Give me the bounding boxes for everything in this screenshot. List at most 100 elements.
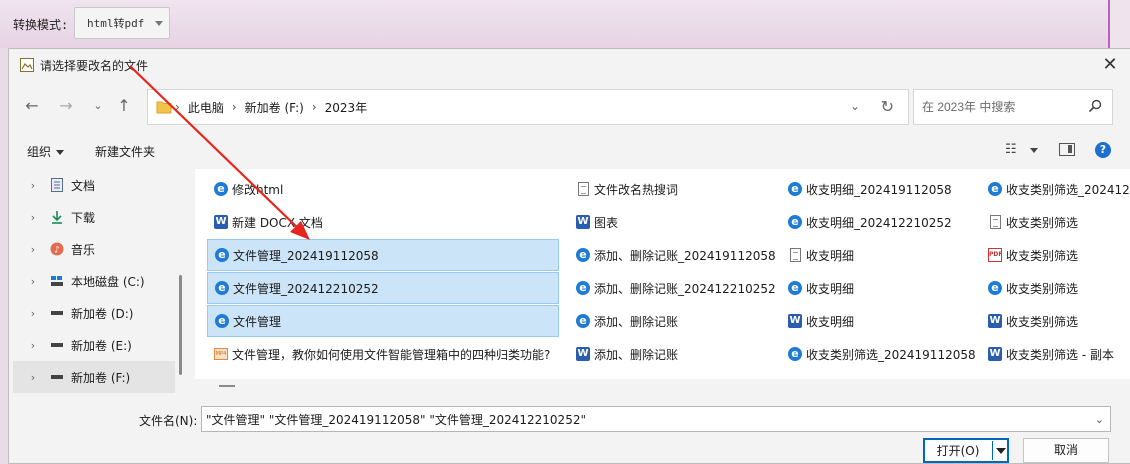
expand-chevron-icon[interactable]: › <box>23 371 43 384</box>
search-input[interactable] <box>922 100 1082 114</box>
up-arrow-icon[interactable]: ↑ <box>113 95 135 117</box>
breadcrumb-this-pc[interactable]: 此电脑 <box>188 99 224 116</box>
file-name: 添加、删除记账_202412210252 <box>594 281 776 296</box>
drive-icon <box>49 273 65 289</box>
expand-chevron-icon[interactable]: › <box>23 275 43 288</box>
recent-chevron-down-icon[interactable]: ⌄ <box>87 95 109 117</box>
sidebar-item-downloads[interactable]: › 下载 <box>13 201 175 233</box>
organize-menu[interactable]: 组织 <box>27 143 65 160</box>
file-item[interactable]: MP4 文件管理，教你如何使用文件智能管理箱中的四种归类功能? <box>207 338 550 370</box>
file-item[interactable]: e 添加、删除记账_202412210252 <box>569 272 776 304</box>
sidebar-item-drive-e[interactable]: › 新加卷 (E:) <box>13 329 175 361</box>
new-folder-button[interactable]: 新建文件夹 <box>95 143 155 160</box>
sidebar-item-label: 新加卷 (D:) <box>71 306 134 321</box>
file-item[interactable]: e 添加、删除记账 <box>569 305 678 337</box>
file-name: 收支类别筛选_2024122 <box>1006 182 1130 197</box>
file-item[interactable]: e 收支明细 <box>781 272 854 304</box>
back-arrow-icon[interactable]: ← <box>21 95 43 117</box>
file-item[interactable]: W 收支类别筛选 - 副本 <box>981 338 1114 370</box>
expand-chevron-icon[interactable]: › <box>23 307 43 320</box>
edge-icon: e <box>575 313 591 329</box>
file-item[interactable]: W 图表 <box>569 206 618 238</box>
breadcrumb-drive-f[interactable]: 新加卷 (F:) <box>245 99 304 116</box>
dialog-titlebar: 请选择要改名的文件 ✕ <box>9 49 1130 81</box>
text-icon <box>575 181 591 197</box>
preview-pane-icon[interactable] <box>1059 143 1075 156</box>
file-item[interactable]: e 收支明细_202412210252 <box>781 206 952 238</box>
expand-chevron-icon[interactable]: › <box>23 243 43 256</box>
expand-chevron-icon[interactable]: › <box>23 179 43 192</box>
file-name: 文件改名热搜词 <box>594 182 679 197</box>
refresh-icon[interactable]: ↻ <box>881 97 894 116</box>
expand-chevron-icon[interactable]: › <box>23 339 43 352</box>
filename-label: 文件名(N): <box>139 414 198 428</box>
word-icon: W <box>576 347 590 361</box>
mode-select[interactable]: html转pdf <box>74 7 170 39</box>
file-item-selected[interactable]: e 文件管理 <box>207 305 559 337</box>
file-item[interactable]: W 收支明细 <box>781 305 854 337</box>
help-icon[interactable]: ? <box>1095 142 1111 158</box>
sidebar-scrollbar[interactable] <box>179 275 182 375</box>
open-options-caret-icon[interactable] <box>996 447 1006 454</box>
file-item[interactable]: 收支明细 <box>781 239 854 271</box>
word-icon: W <box>988 314 1002 328</box>
file-item-selected[interactable]: e 文件管理_202419112058 <box>207 239 559 271</box>
breadcrumb-separator-icon: › <box>231 100 237 114</box>
file-item[interactable]: 收支类别筛选 <box>981 206 1078 238</box>
background-window-edge <box>1108 0 1130 48</box>
expand-chevron-icon[interactable]: › <box>23 211 43 224</box>
file-list-pane: e 修改html W 新建 DOCX 文档 e 文件管理_202419112058 e… <box>195 169 1130 379</box>
sidebar-item-drive-f[interactable]: › 新加卷 (F:) <box>13 361 175 393</box>
search-box[interactable] <box>913 89 1113 125</box>
breadcrumb-2023[interactable]: 2023年 <box>325 99 368 116</box>
file-item[interactable]: W 新建 DOCX 文档 <box>207 206 323 238</box>
file-name: 收支类别筛选_202419112058 <box>806 347 976 362</box>
sidebar-item-label: 新加卷 (F:) <box>71 370 131 385</box>
cancel-button[interactable]: 取消 <box>1023 438 1109 463</box>
edge-icon: e <box>575 247 591 263</box>
file-item[interactable]: e 修改html <box>207 173 283 205</box>
file-item[interactable]: PDF 收支类别筛选 <box>981 239 1078 271</box>
music-icon: ♪ <box>49 241 65 257</box>
file-name: 文件管理，教你如何使用文件智能管理箱中的四种归类功能? <box>232 347 551 362</box>
file-item[interactable]: e 收支类别筛选_202419112058 <box>781 338 976 370</box>
drive-icon <box>49 305 65 321</box>
caret-down-icon <box>56 150 65 155</box>
file-name: 文件管理_202412210252 <box>233 281 379 296</box>
file-item-selected[interactable]: e 文件管理_202412210252 <box>207 272 559 304</box>
sidebar-item-drive-d[interactable]: › 新加卷 (D:) <box>13 297 175 329</box>
address-bar[interactable]: › 此电脑 › 新加卷 (F:) › 2023年 ⌄ ↻ <box>147 89 909 125</box>
file-item[interactable]: e 添加、删除记账_202419112058 <box>569 239 776 271</box>
forward-arrow-icon[interactable]: → <box>55 95 77 117</box>
pdf-icon: PDF <box>987 247 1003 263</box>
address-history-chevron-icon[interactable]: ⌄ <box>850 99 860 113</box>
word-icon: W <box>988 347 1002 361</box>
view-options-caret-icon[interactable] <box>1030 148 1038 153</box>
search-icon[interactable] <box>1088 99 1102 113</box>
folder-icon <box>156 101 172 114</box>
file-item[interactable]: W 收支类别筛选 <box>981 305 1078 337</box>
file-name: 收支类别筛选 <box>1006 314 1079 329</box>
sidebar-item-documents[interactable]: › 文档 <box>13 169 175 201</box>
close-icon[interactable]: ✕ <box>1100 55 1120 75</box>
open-button[interactable]: 打开(O) <box>923 438 1009 463</box>
file-name: 收支类别筛选 <box>1006 215 1079 230</box>
drive-icon <box>49 369 65 385</box>
caret-down-icon <box>155 21 163 26</box>
view-list-icon[interactable]: ☷ <box>1005 142 1017 157</box>
file-item[interactable]: e 收支类别筛选_2024122 <box>981 173 1130 205</box>
horizontal-scrollbar[interactable] <box>219 385 235 387</box>
file-name: 文件管理 <box>233 314 282 329</box>
sidebar-item-drive-c[interactable]: › 本地磁盘 (C:) <box>13 265 175 297</box>
file-item[interactable]: 文件改名热搜词 <box>569 173 678 205</box>
filename-field[interactable]: "文件管理" "文件管理_202419112058" "文件管理_2024122… <box>201 406 1111 432</box>
chevron-down-icon[interactable]: ⌄ <box>1095 413 1104 426</box>
sidebar-item-label: 音乐 <box>71 242 96 257</box>
word-icon: W <box>788 314 802 328</box>
sidebar-item-music[interactable]: › ♪ 音乐 <box>13 233 175 265</box>
mode-label: 转换模式: <box>13 18 69 32</box>
file-item[interactable]: W 添加、删除记账 <box>569 338 678 370</box>
file-item[interactable]: e 收支明细_202419112058 <box>781 173 952 205</box>
mode-select-value: html转pdf <box>87 17 145 30</box>
file-item[interactable]: e 收支类别筛选 <box>981 272 1078 304</box>
